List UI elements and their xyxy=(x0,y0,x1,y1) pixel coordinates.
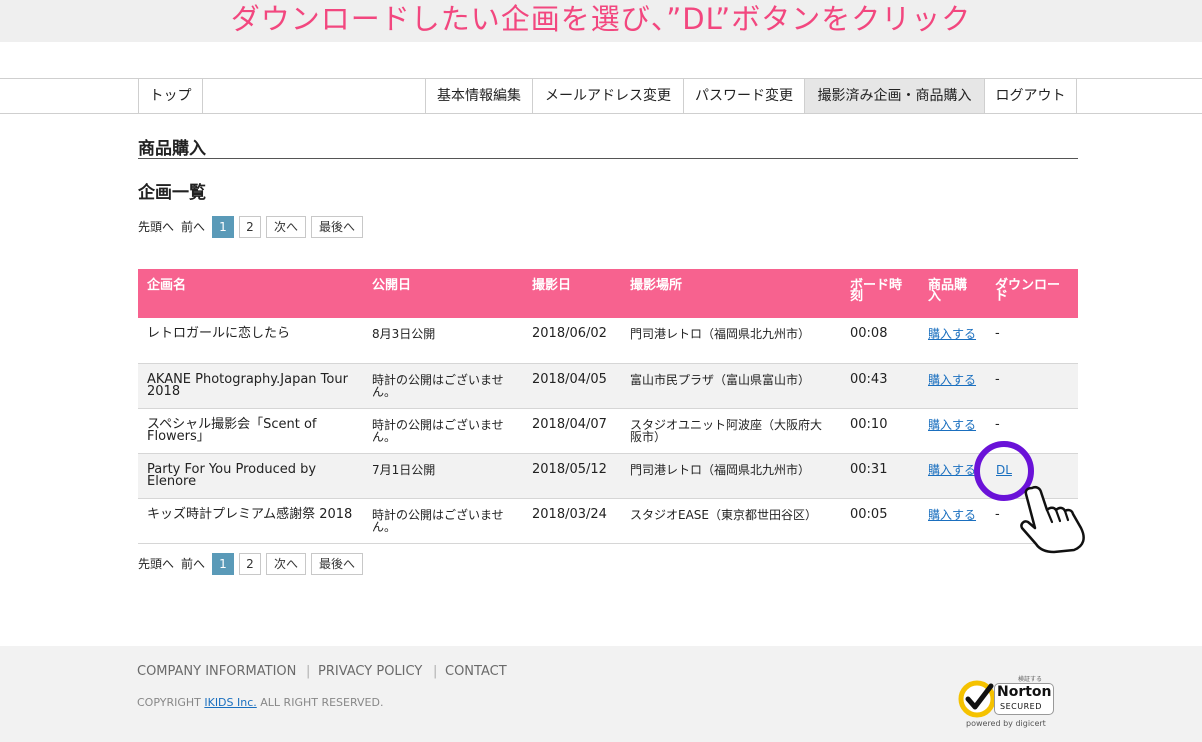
norton-check-icon xyxy=(958,680,996,718)
cell-purchase: 購入する xyxy=(919,408,986,454)
cell-location: 富山市民プラザ（富山県富山市） xyxy=(621,363,841,409)
nav-profile-edit[interactable]: 基本情報編集 xyxy=(425,79,532,113)
cell-board-time: 00:08 xyxy=(841,318,919,364)
nav-purchase[interactable]: 撮影済み企画・商品購入 xyxy=(804,79,984,113)
table-header-row: 企画名 公開日 撮影日 撮影場所 ボード時刻 商品購入 ダウンロード xyxy=(138,269,1078,318)
cell-purchase: 購入する xyxy=(919,363,986,409)
header-download: ダウンロード xyxy=(986,269,1078,318)
cell-board-time: 00:05 xyxy=(841,498,919,544)
footer-contact-link[interactable]: CONTACT xyxy=(445,664,507,679)
cell-publish: 時計の公開はございません。 xyxy=(363,498,523,544)
cell-project-name: レトロガールに恋したら xyxy=(138,318,363,364)
page-last-button[interactable]: 最後へ xyxy=(311,553,363,575)
cell-location: 門司港レトロ（福岡県北九州市） xyxy=(621,453,841,499)
instruction-banner: ダウンロードしたい企画を選び、”DL”ボタンをクリック xyxy=(0,0,1202,42)
footer-separator: | xyxy=(433,664,438,679)
cell-project-name: スペシャル撮影会「Scent of Flowers」 xyxy=(138,408,363,454)
cell-purchase: 購入する xyxy=(919,318,986,364)
badge-secured: SECURED xyxy=(1000,702,1042,711)
nav-logout[interactable]: ログアウト xyxy=(984,79,1077,113)
purchase-link[interactable]: 購入する xyxy=(928,373,976,387)
page-2-button[interactable]: 2 xyxy=(239,553,261,575)
badge-brand: Norton xyxy=(997,684,1052,700)
header-publish: 公開日 xyxy=(363,269,523,318)
instruction-text: ダウンロードしたい企画を選び、”DL”ボタンをクリック xyxy=(230,2,972,36)
cell-board-time: 00:31 xyxy=(841,453,919,499)
table-row: Party For You Produced by Elenore 7月1日公開… xyxy=(138,453,1078,499)
cell-board-time: 00:43 xyxy=(841,363,919,409)
cell-publish: 時計の公開はございません。 xyxy=(363,363,523,409)
cell-location: スタジオEASE（東京都世田谷区） xyxy=(621,498,841,544)
cell-project-name: Party For You Produced by Elenore xyxy=(138,453,363,499)
cell-board-time: 00:10 xyxy=(841,408,919,454)
page-1-button[interactable]: 1 xyxy=(212,553,234,575)
cell-project-name: AKANE Photography.Japan Tour 2018 xyxy=(138,363,363,409)
company-link[interactable]: IKIDS Inc. xyxy=(204,696,256,709)
header-project-name: 企画名 xyxy=(138,269,363,318)
cell-publish: 8月3日公開 xyxy=(363,318,523,364)
nav-top[interactable]: トップ xyxy=(138,79,203,113)
page-2-button[interactable]: 2 xyxy=(239,216,261,238)
cell-publish: 時計の公開はございません。 xyxy=(363,408,523,454)
header-location: 撮影場所 xyxy=(621,269,841,318)
page-next-button[interactable]: 次へ xyxy=(266,553,306,575)
page-last-button[interactable]: 最後へ xyxy=(311,216,363,238)
table-row: スペシャル撮影会「Scent of Flowers」 時計の公開はございません。… xyxy=(138,408,1078,454)
cell-shoot-date: 2018/04/07 xyxy=(523,408,621,454)
nav-password-change[interactable]: パスワード変更 xyxy=(683,79,804,113)
page-prev-link[interactable]: 前へ xyxy=(181,216,205,238)
cell-purchase: 購入する xyxy=(919,498,986,544)
cell-location: スタジオユニット阿波座（大阪府大阪市） xyxy=(621,408,841,454)
page-prev-link[interactable]: 前へ xyxy=(181,553,205,575)
copyright-text: COPYRIGHT IKIDS Inc. ALL RIGHT RESERVED. xyxy=(137,696,383,709)
cell-project-name: キッズ時計プレミアム感謝祭 2018 xyxy=(138,498,363,544)
cell-shoot-date: 2018/04/05 xyxy=(523,363,621,409)
table-row: AKANE Photography.Japan Tour 2018 時計の公開は… xyxy=(138,363,1078,409)
purchase-link[interactable]: 購入する xyxy=(928,463,976,477)
badge-verify-text: 検証する xyxy=(1018,676,1043,683)
page-first-link[interactable]: 先頭へ xyxy=(138,216,174,238)
section-title: 企画一覧 xyxy=(138,183,206,203)
header-shoot-date: 撮影日 xyxy=(523,269,621,318)
purchase-link[interactable]: 購入する xyxy=(928,508,976,522)
norton-badge[interactable]: 検証する Norton SECURED powered by digicert xyxy=(956,674,1060,732)
nav-email-change[interactable]: メールアドレス変更 xyxy=(532,79,683,113)
pointing-hand-icon xyxy=(1020,485,1085,554)
cell-location: 門司港レトロ（福岡県北九州市） xyxy=(621,318,841,364)
footer-privacy-link[interactable]: PRIVACY POLICY xyxy=(318,664,422,679)
cell-download: - xyxy=(986,318,1078,364)
cell-shoot-date: 2018/06/02 xyxy=(523,318,621,364)
header-board-time: ボード時刻 xyxy=(841,269,919,318)
cell-publish: 7月1日公開 xyxy=(363,453,523,499)
copyright-suffix: ALL RIGHT RESERVED. xyxy=(260,696,384,709)
purchase-link[interactable]: 購入する xyxy=(928,418,976,432)
main-nav: トップ 基本情報編集 メールアドレス変更 パスワード変更 撮影済み企画・商品購入… xyxy=(0,78,1202,114)
table-row: レトロガールに恋したら 8月3日公開 2018/06/02 門司港レトロ（福岡県… xyxy=(138,318,1078,364)
page-title: 商品購入 xyxy=(138,139,206,159)
page-first-link[interactable]: 先頭へ xyxy=(138,553,174,575)
cell-shoot-date: 2018/05/12 xyxy=(523,453,621,499)
project-table: 企画名 公開日 撮影日 撮影場所 ボード時刻 商品購入 ダウンロード レトロガー… xyxy=(138,269,1078,544)
page-1-button[interactable]: 1 xyxy=(212,216,234,238)
badge-powered: powered by digicert xyxy=(966,719,1046,728)
cell-download: - xyxy=(986,363,1078,409)
copyright-prefix: COPYRIGHT xyxy=(137,696,201,709)
page-next-button[interactable]: 次へ xyxy=(266,216,306,238)
header-purchase: 商品購入 xyxy=(919,269,986,318)
table-row: キッズ時計プレミアム感謝祭 2018 時計の公開はございません。 2018/03… xyxy=(138,498,1078,544)
title-divider xyxy=(138,158,1078,159)
cell-shoot-date: 2018/03/24 xyxy=(523,498,621,544)
footer-company-link[interactable]: COMPANY INFORMATION xyxy=(137,664,296,679)
purchase-link[interactable]: 購入する xyxy=(928,327,976,341)
footer-separator: | xyxy=(306,664,311,679)
